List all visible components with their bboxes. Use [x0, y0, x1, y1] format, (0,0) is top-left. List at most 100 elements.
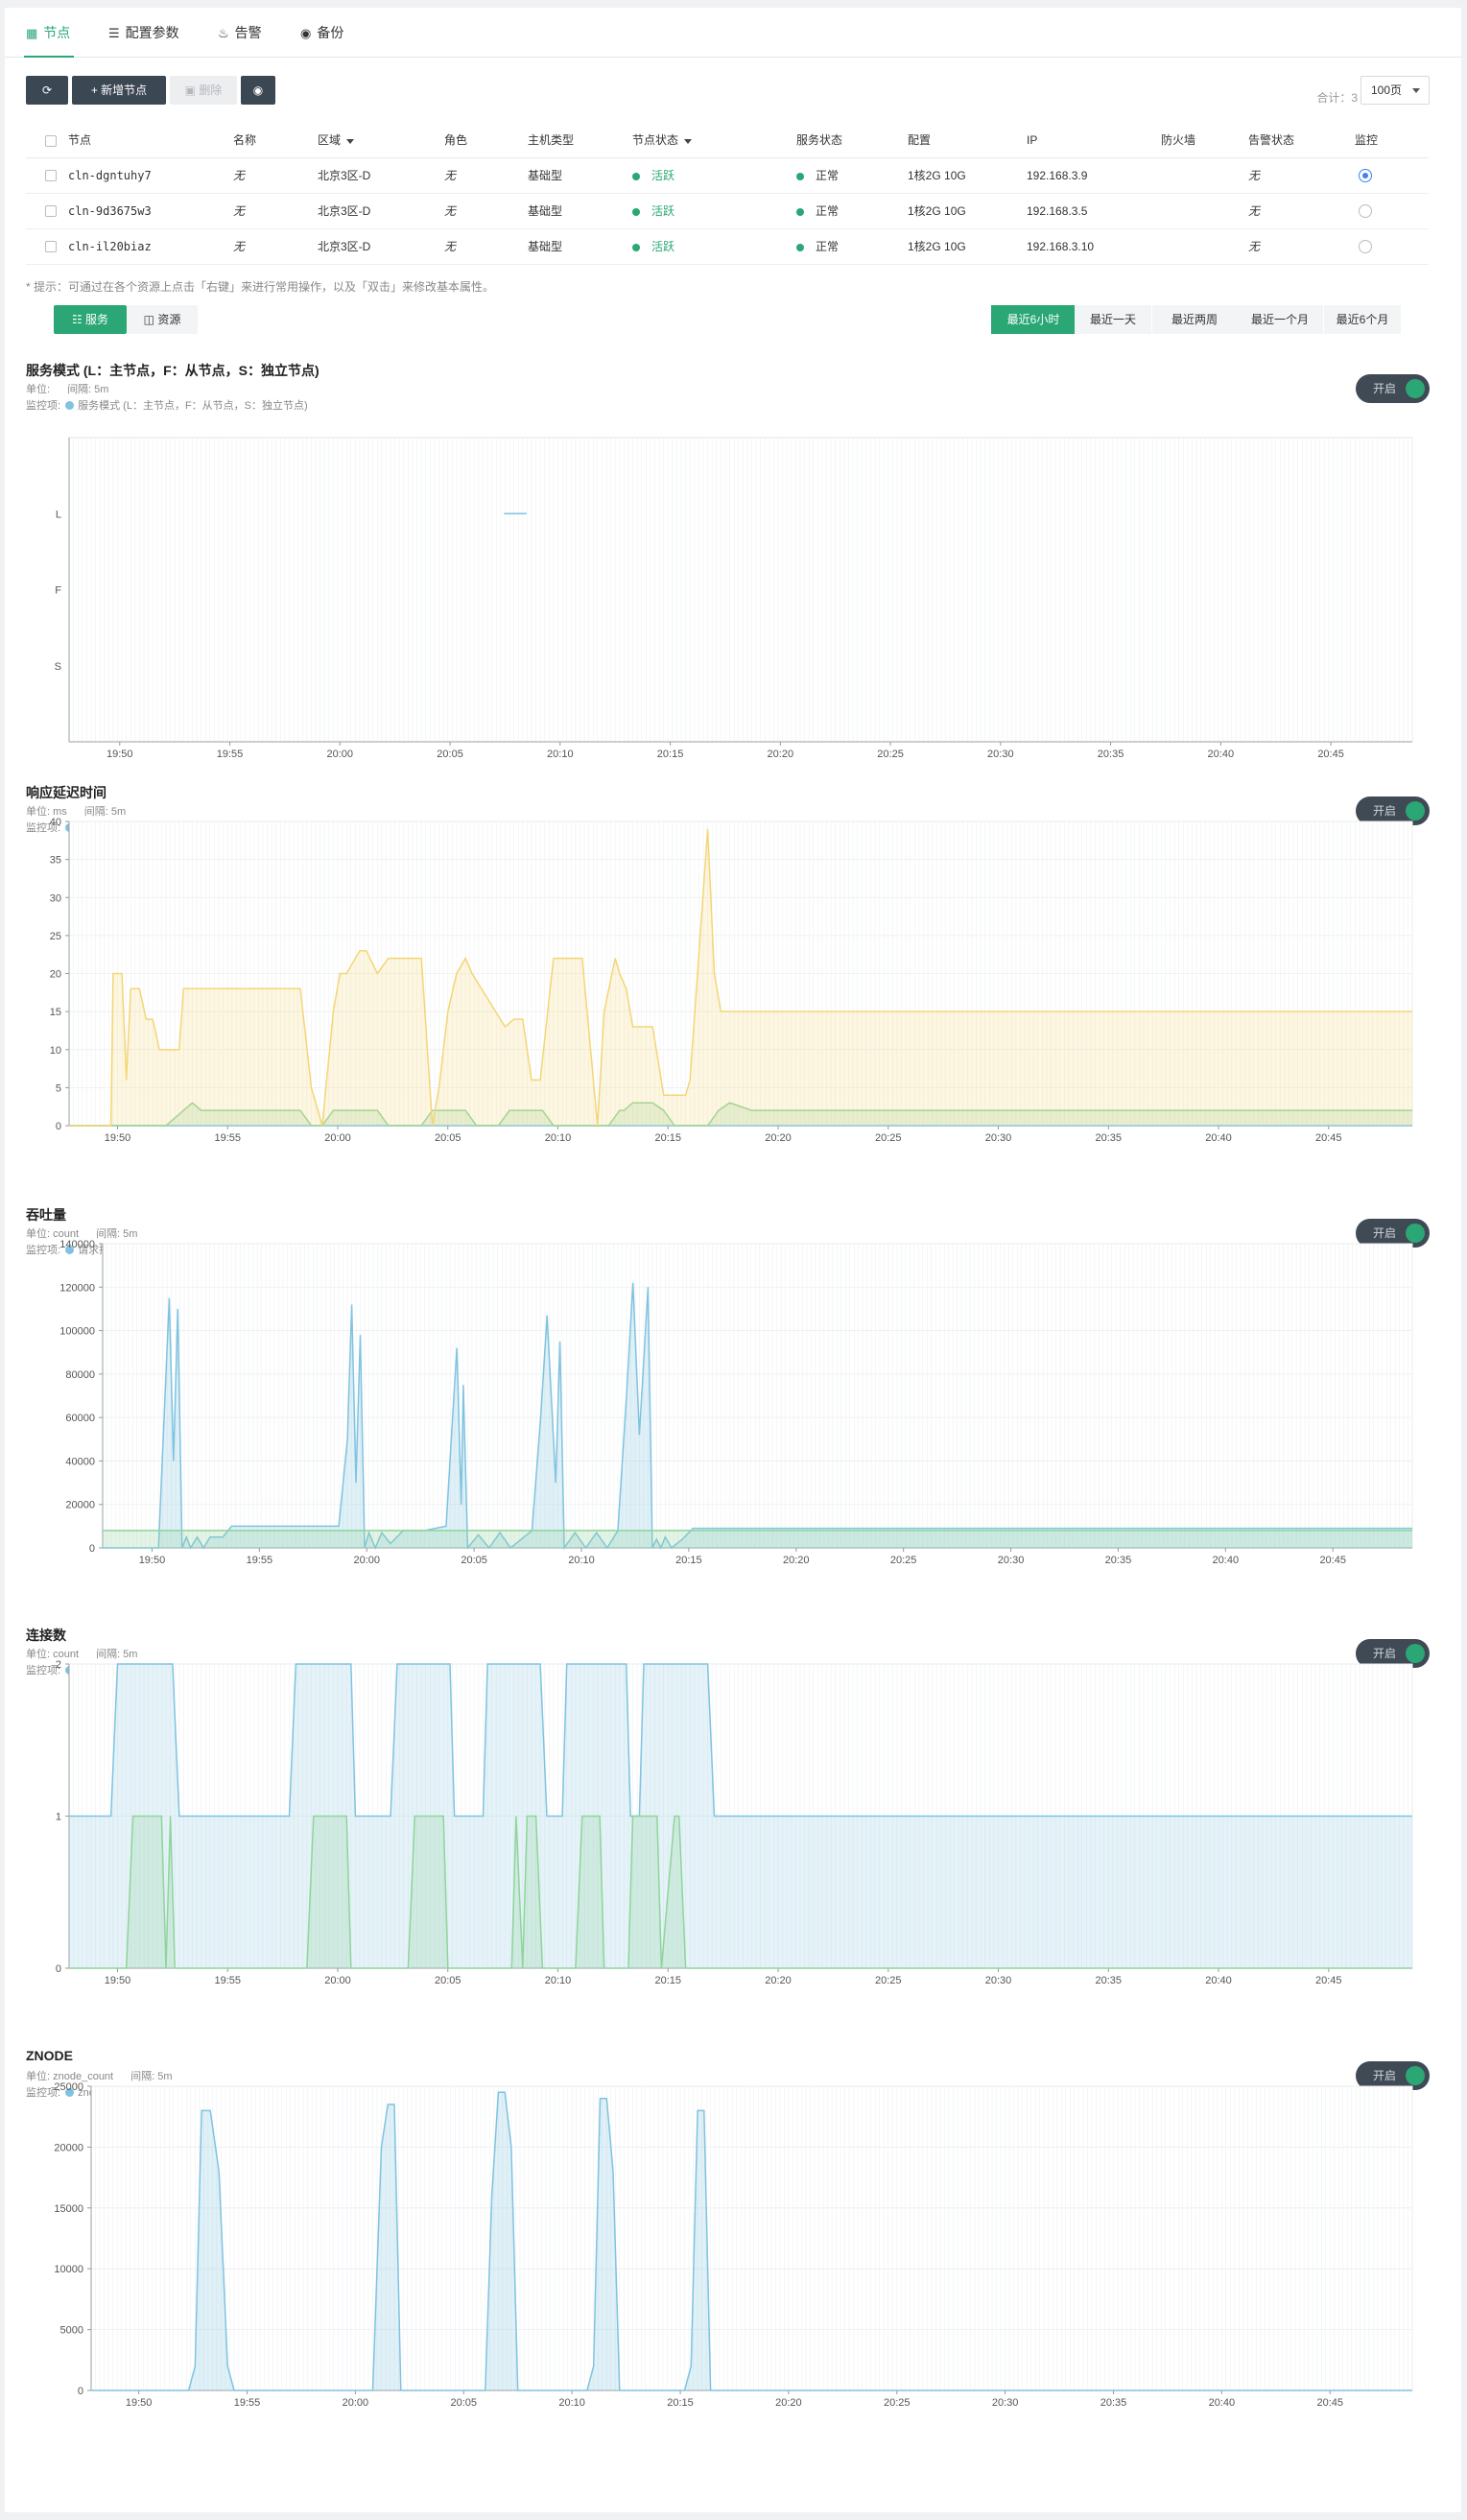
x-tick-label: 20:35 — [1098, 749, 1124, 760]
y-tick-label: 25 — [50, 931, 61, 942]
node-id[interactable]: cln-9d3675w3 — [68, 193, 233, 229]
y-tick-label: 40 — [50, 817, 61, 828]
x-tick-label: 20:30 — [985, 1975, 1012, 1986]
chart: 0 1 2 19:50 19:55 20:00 20:05 20:10 20:15 20:20 20… — [56, 1659, 1413, 1986]
add-node-button[interactable]: + 新增节点 — [72, 76, 166, 105]
x-tick-label: 20:20 — [775, 2397, 802, 2409]
page-size-select[interactable]: 100页 — [1361, 76, 1430, 105]
x-tick-label: 19:50 — [105, 1975, 131, 1986]
range-button[interactable]: 最近6小时 — [991, 305, 1076, 334]
tab-config-params[interactable]: ☰ 配置参数 — [106, 8, 179, 58]
col-config: 配置 — [908, 123, 1027, 158]
y-tick-label: 25000 — [54, 2081, 83, 2093]
chart: 0 5 10 15 20 25 30 35 40 19:50 19:55 20:00 20:05 20:1… — [50, 817, 1413, 1144]
status-dot-icon — [796, 207, 804, 216]
x-tick-label: 20:30 — [998, 1555, 1025, 1566]
y-tick-label: S — [55, 661, 61, 673]
row-checkbox[interactable] — [45, 241, 57, 253]
node-status: 活跃 — [632, 228, 796, 265]
y-tick-label: 0 — [89, 1543, 95, 1555]
range-button[interactable]: 最近两周 — [1152, 305, 1237, 334]
x-tick-label: 20:00 — [327, 749, 354, 760]
x-tick-label: 20:25 — [875, 1975, 902, 1986]
x-tick-label: 20:15 — [657, 749, 684, 760]
x-tick-label: 19:55 — [214, 1975, 241, 1986]
x-tick-label: 20:40 — [1205, 1132, 1232, 1144]
tab-backup[interactable]: ◉ 备份 — [298, 8, 343, 58]
tab-alerts[interactable]: ♨ 告警 — [216, 8, 262, 58]
table-row[interactable]: cln-dgntuhy7 无北京3区-D 无基础型 活跃 正常 1核2G 10G 192.1… — [26, 157, 1429, 194]
x-tick-label: 19:50 — [126, 2397, 153, 2409]
range-button[interactable]: 最近一个月 — [1237, 305, 1323, 334]
status-dot-icon — [632, 243, 640, 251]
node-ip: 192.168.3.10 — [1027, 228, 1161, 265]
node-id[interactable]: cln-il20biaz — [68, 228, 233, 265]
x-tick-label: 19:50 — [106, 749, 133, 760]
x-tick-label: 20:15 — [654, 1975, 681, 1986]
x-tick-label: 20:35 — [1096, 1132, 1123, 1144]
node-name: 无 — [233, 193, 318, 229]
x-tick-label: 20:05 — [461, 1555, 487, 1566]
tab-nodes[interactable]: ▦ 节点 — [24, 8, 74, 58]
x-tick-label: 20:45 — [1316, 2397, 1343, 2409]
y-tick-label: 20000 — [54, 2142, 83, 2153]
monitor-radio[interactable] — [1359, 168, 1372, 182]
x-tick-label: 20:15 — [667, 2397, 694, 2409]
x-tick-label: 20:40 — [1208, 749, 1235, 760]
col-node-status[interactable]: 节点状态 — [632, 123, 796, 158]
node-host-type: 基础型 — [528, 157, 632, 194]
caret-down-icon — [684, 138, 693, 144]
node-host-type: 基础型 — [528, 193, 632, 229]
range-button[interactable]: 最近一天 — [1075, 305, 1151, 334]
row-checkbox[interactable] — [45, 205, 57, 218]
monitor-section: ZNODE单位: znode_count间隔: 5m监控项: znode开启05… — [5, 2048, 1461, 2461]
select-all-checkbox[interactable] — [45, 134, 57, 147]
monitor-section: 吞吐量单位: count间隔: 5m监控项: 请求接收数 发送响应数开启0200… — [5, 1205, 1461, 1618]
node-firewall — [1161, 157, 1248, 194]
total-count: 合计：3 — [1316, 91, 1358, 105]
chevron-down-icon — [1412, 88, 1420, 93]
view-service-button[interactable]: ☷ 服务 — [54, 305, 127, 334]
table-row[interactable]: cln-il20biaz 无北京3区-D 无基础型 活跃 正常 1核2G 10G 192.1… — [26, 228, 1429, 265]
chart: 0 5000 10000 15000 20000 25000 19:50 19:55 20:00… — [54, 2081, 1413, 2409]
x-tick-label: 20:10 — [545, 1975, 572, 1986]
view-toggle-button[interactable]: ◉ — [241, 76, 275, 105]
col-node: 节点 — [68, 123, 233, 158]
list-icon: ☰ — [108, 26, 120, 40]
hint-text: * 提示：可通过在各个资源上点击「右键」来进行常用操作，以及「双击」来修改基本属… — [26, 280, 495, 294]
refresh-button[interactable]: ⟳ — [26, 76, 68, 105]
x-tick-label: 19:50 — [105, 1132, 131, 1144]
x-tick-label: 20:35 — [1100, 2397, 1127, 2409]
monitor-radio[interactable] — [1359, 203, 1372, 218]
bell-icon: ♨ — [218, 26, 229, 40]
x-tick-label: 20:05 — [451, 2397, 478, 2409]
col-name: 名称 — [233, 123, 318, 158]
y-tick-label: 15000 — [54, 2203, 83, 2215]
monitor-radio[interactable] — [1359, 239, 1372, 253]
col-role: 角色 — [444, 123, 528, 158]
node-id[interactable]: cln-dgntuhy7 — [68, 157, 233, 194]
y-tick-label: 30 — [50, 892, 61, 904]
y-tick-label: 0 — [56, 1963, 61, 1975]
monitor-section: 服务模式 (L：主节点，F：从节点，S：独立节点) 单位: 间隔: 5m 监控项: 服… — [5, 361, 1461, 773]
status-dot-icon — [796, 243, 804, 251]
x-tick-label: 20:35 — [1096, 1975, 1123, 1986]
row-checkbox[interactable] — [45, 170, 57, 182]
node-ip: 192.168.3.5 — [1027, 193, 1161, 229]
col-zone[interactable]: 区域 — [318, 123, 444, 158]
x-tick-label: 20:25 — [884, 2397, 911, 2409]
y-tick-label: 100000 — [59, 1326, 95, 1338]
x-tick-label: 20:05 — [435, 1975, 461, 1986]
node-ip: 192.168.3.9 — [1027, 157, 1161, 194]
view-resource-button[interactable]: ◫ 资源 — [127, 305, 198, 334]
node-name: 无 — [233, 157, 318, 194]
y-tick-label: 20000 — [65, 1500, 95, 1511]
y-tick-label: 5000 — [60, 2325, 83, 2337]
caret-down-icon — [346, 138, 355, 144]
delete-button[interactable]: ▣ 删除 — [170, 76, 237, 105]
range-button[interactable]: 最近6个月 — [1324, 305, 1401, 334]
y-tick-label: F — [55, 585, 61, 597]
table-row[interactable]: cln-9d3675w3 无北京3区-D 无基础型 活跃 正常 1核2G 10G 192.1… — [26, 193, 1429, 229]
node-role: 无 — [444, 157, 528, 194]
service-status: 正常 — [796, 228, 908, 265]
